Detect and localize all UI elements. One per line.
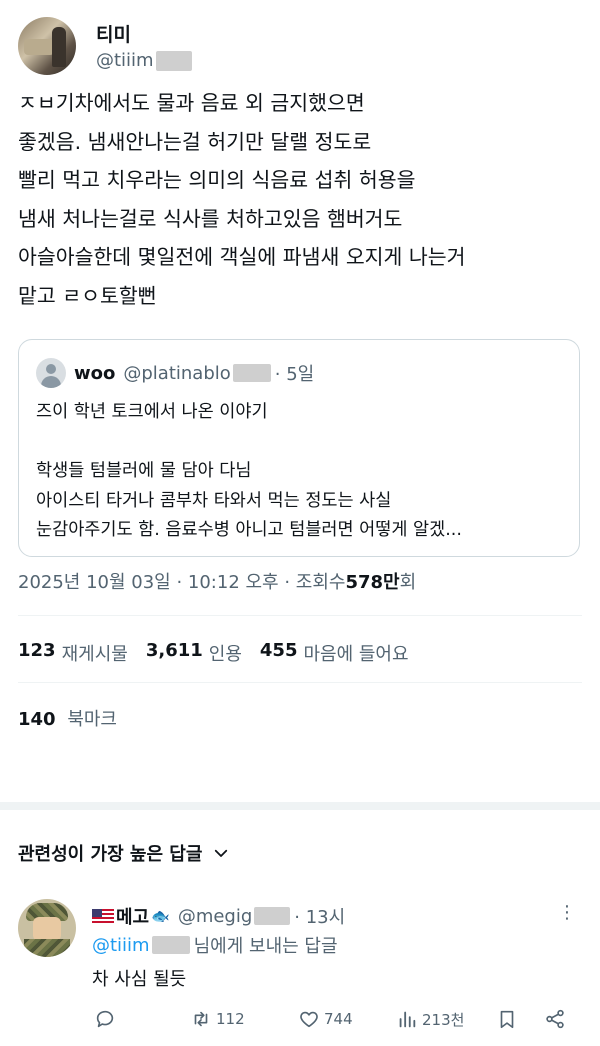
- quote-header: woo @platinablo · 5일: [74, 360, 314, 386]
- quote-time: · 5일: [274, 364, 315, 385]
- quote-line: 눈감아주기도 함. 음료수병 아니고 텀블러면 어떻게 알겠...: [36, 520, 462, 540]
- reply-author-name[interactable]: 메고: [116, 903, 149, 929]
- reply-handle-text: @megig: [177, 905, 253, 927]
- author-handle[interactable]: @tiiim: [96, 50, 192, 71]
- repost-button[interactable]: 112: [190, 1008, 245, 1030]
- replying-to-handle[interactable]: @tiiim: [92, 935, 150, 956]
- engagement-stats: 123 재게시물 3,611 인용 455 마음에 들어요: [18, 640, 427, 666]
- bookmark-label: 북마크: [67, 709, 117, 730]
- quote-avatar: [36, 358, 66, 388]
- quote-count[interactable]: 3,611: [146, 640, 203, 666]
- avatar-face-shape: [33, 917, 61, 941]
- tweet-line: 빨리 먹고 치우라는 의미의 식음료 섭취 허용을: [18, 168, 416, 193]
- more-options-icon[interactable]: ⋮: [558, 902, 577, 923]
- reply-button[interactable]: [94, 1008, 120, 1030]
- quote-author-handle: @platinablo · 5일: [123, 360, 314, 386]
- reply-time: · 13시: [294, 907, 346, 928]
- reply-sort-label: 관련성이 가장 높은 답글: [18, 844, 203, 865]
- reply-avatar[interactable]: [18, 899, 76, 957]
- reply-icon: [96, 1010, 114, 1028]
- reply-action-bar: 112 744 213천: [92, 1008, 572, 1036]
- default-avatar-head: [46, 364, 56, 374]
- avatar-car-shape: [24, 39, 54, 55]
- author-avatar[interactable]: [18, 17, 76, 75]
- quoted-tweet-card[interactable]: woo @platinablo · 5일 즈이 학년 토크에서 나온 이야기 학…: [18, 339, 580, 557]
- like-count[interactable]: 455: [260, 640, 298, 666]
- author-name[interactable]: 티미: [96, 20, 131, 47]
- divider: [18, 615, 582, 616]
- views-count: 213천: [422, 1010, 465, 1029]
- tweet-datetime[interactable]: 2025년 10월 03일 · 10:12 오후 · 조회수: [18, 568, 345, 594]
- us-flag-icon: [92, 909, 114, 923]
- analytics-icon: [399, 1011, 416, 1028]
- avatar-person-shape: [52, 27, 66, 67]
- tweet-line: 아슬아슬한데 몇일전에 객실에 파냄새 오지게 나는거: [18, 245, 466, 270]
- repost-count[interactable]: 123: [18, 640, 56, 666]
- tweet-line: 좋겠음. 냄새안나는걸 허기만 달랠 정도로: [18, 129, 372, 154]
- bookmark-button[interactable]: [496, 1008, 522, 1030]
- like-button[interactable]: 744: [298, 1008, 353, 1030]
- quote-text: 즈이 학년 토크에서 나온 이야기 학생들 텀블러에 물 담아 다님 아이스티 …: [36, 398, 462, 546]
- like-count: 744: [324, 1010, 353, 1028]
- quote-author-name: woo: [74, 362, 116, 384]
- reply-sort-dropdown[interactable]: 관련성이 가장 높은 답글: [18, 840, 230, 866]
- tweet-meta: 2025년 10월 03일 · 10:12 오후 · 조회수 578만 회: [18, 568, 416, 594]
- quote-line: 아이스티 타거나 콤부차 타와서 먹는 정도는 사실: [36, 490, 392, 511]
- views-button[interactable]: 213천: [396, 1008, 464, 1030]
- bookmark-stat: 140 북마크: [18, 705, 117, 731]
- tweet-line: 냄새 처나는걸로 식사를 처하고있음 햄버거도: [18, 206, 403, 231]
- chevron-down-icon: [215, 849, 228, 857]
- repost-count: 112: [216, 1010, 245, 1028]
- repost-label[interactable]: 재게시물: [62, 640, 128, 666]
- default-avatar-body: [41, 376, 61, 388]
- section-separator: [0, 802, 600, 810]
- reply-author-handle[interactable]: @megig · 13시: [178, 903, 345, 929]
- redaction-block: [254, 907, 291, 925]
- repost-icon: [194, 1011, 208, 1027]
- author-handle-text: @tiiim: [96, 50, 154, 71]
- heart-icon: [300, 1011, 318, 1028]
- like-label[interactable]: 마음에 들어요: [303, 640, 408, 666]
- share-icon: [546, 1009, 564, 1029]
- divider: [18, 682, 582, 683]
- bookmark-count: 140: [18, 709, 56, 730]
- view-count-suffix: 회: [399, 572, 417, 593]
- redaction-block: [232, 364, 271, 382]
- reply-text: 차 사심 될듯: [92, 969, 187, 990]
- quote-handle-text: @platinablo: [123, 362, 231, 384]
- quote-label[interactable]: 인용: [209, 640, 242, 666]
- replying-to-suffix: 님에게 보내는 답글: [193, 936, 338, 957]
- tweet-line: ㅈㅂ기차에서도 물과 음료 외 금지했으면: [18, 91, 365, 115]
- avatar-uniform-shape: [24, 939, 70, 957]
- redaction-block: [155, 50, 192, 71]
- quote-line: 즈이 학년 토크에서 나온 이야기: [36, 402, 268, 422]
- tweet-line: 맡고 ㄹㅇ토할뻔: [18, 283, 157, 308]
- fish-icon: 🐟: [151, 907, 170, 925]
- view-count: 578만: [345, 572, 400, 593]
- bookmark-icon: [500, 1010, 514, 1029]
- tweet-text: ㅈㅂ기차에서도 물과 음료 외 금지했으면 좋겠음. 냄새안나는걸 허기만 달랠…: [18, 84, 584, 316]
- reply-header: 메고 🐟 @megig · 13시: [92, 903, 345, 929]
- share-button[interactable]: [544, 1008, 570, 1030]
- quote-line: [36, 428, 462, 458]
- redaction-block: [151, 936, 190, 954]
- replying-to: @tiiim 님에게 보내는 답글: [92, 932, 338, 958]
- quote-line: 학생들 텀블러에 물 담아 다님: [36, 461, 252, 481]
